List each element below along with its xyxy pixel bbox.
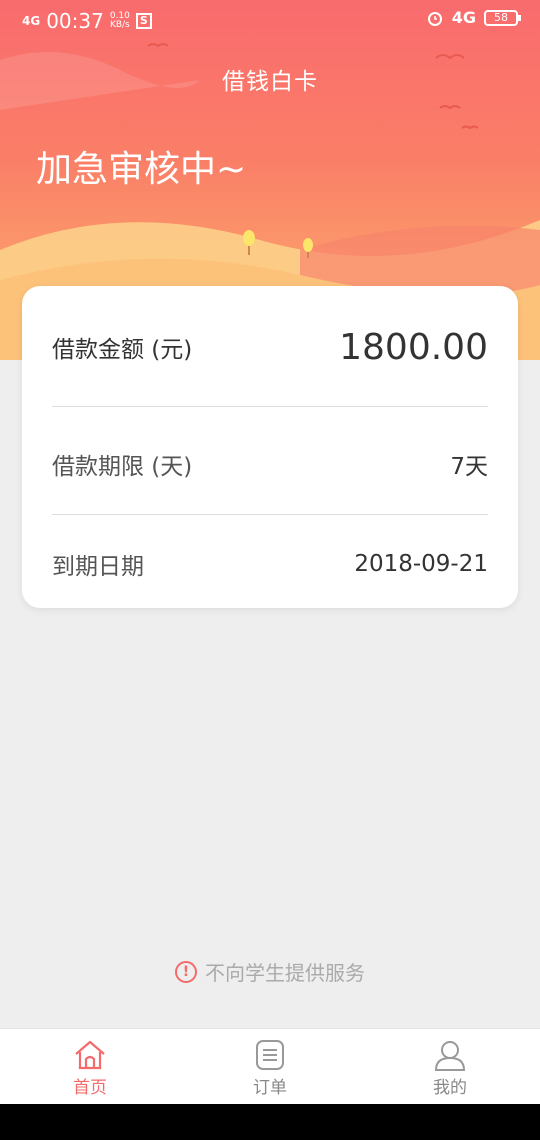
tab-profile[interactable]: 我的 [360, 1029, 540, 1104]
clock: 00:37 [46, 9, 104, 33]
tab-profile-label: 我的 [433, 1078, 467, 1098]
user-icon [434, 1041, 466, 1071]
loan-term-label: 借款期限 (天) [52, 454, 193, 480]
tab-orders[interactable]: 订单 [180, 1029, 360, 1104]
review-status: 加急审核中~ [36, 149, 247, 190]
signal-icon: 4G [451, 8, 476, 27]
loan-term-row: 借款期限 (天) 7天 [52, 446, 488, 482]
divider [52, 406, 488, 407]
bottom-tab-bar: 首页 订单 我的 [0, 1028, 540, 1104]
warning-icon: ! [175, 960, 197, 983]
tab-orders-label: 订单 [253, 1078, 287, 1098]
status-bar: 4G 00:37 0.10 KB/s S 4G 58 [0, 0, 540, 44]
due-date-value: 2018-09-21 [354, 551, 488, 577]
app-title: 借钱白卡 [222, 69, 318, 95]
due-date-row: 到期日期 2018-09-21 [52, 546, 488, 582]
order-list-icon [256, 1040, 284, 1070]
speed-unit: KB/s [109, 20, 130, 30]
signal-icon: 4G [22, 14, 41, 28]
tab-home[interactable]: 首页 [0, 1029, 180, 1104]
alarm-icon [427, 12, 442, 26]
loan-amount-label: 借款金额 (元) [52, 337, 193, 363]
due-date-label: 到期日期 [52, 554, 144, 580]
network-speed: 0.10 KB/s [110, 12, 130, 30]
student-notice: ! 不向学生提供服务 [0, 957, 540, 986]
app-notification-icon: S [135, 13, 152, 29]
tab-home-label: 首页 [73, 1078, 107, 1098]
loan-term-value: 7天 [450, 454, 488, 480]
battery-icon: 58 [484, 10, 521, 26]
system-navigation-bar [0, 1104, 540, 1140]
loan-amount-row: 借款金额 (元) 1800.00 [52, 322, 488, 372]
notice-text: 不向学生提供服务 [205, 961, 365, 985]
loan-info-card: 借款金额 (元) 1800.00 借款期限 (天) 7天 到期日期 2018-0… [22, 286, 518, 608]
divider [52, 514, 488, 515]
loan-amount-value: 1800.00 [339, 326, 488, 368]
home-icon [75, 1040, 105, 1070]
